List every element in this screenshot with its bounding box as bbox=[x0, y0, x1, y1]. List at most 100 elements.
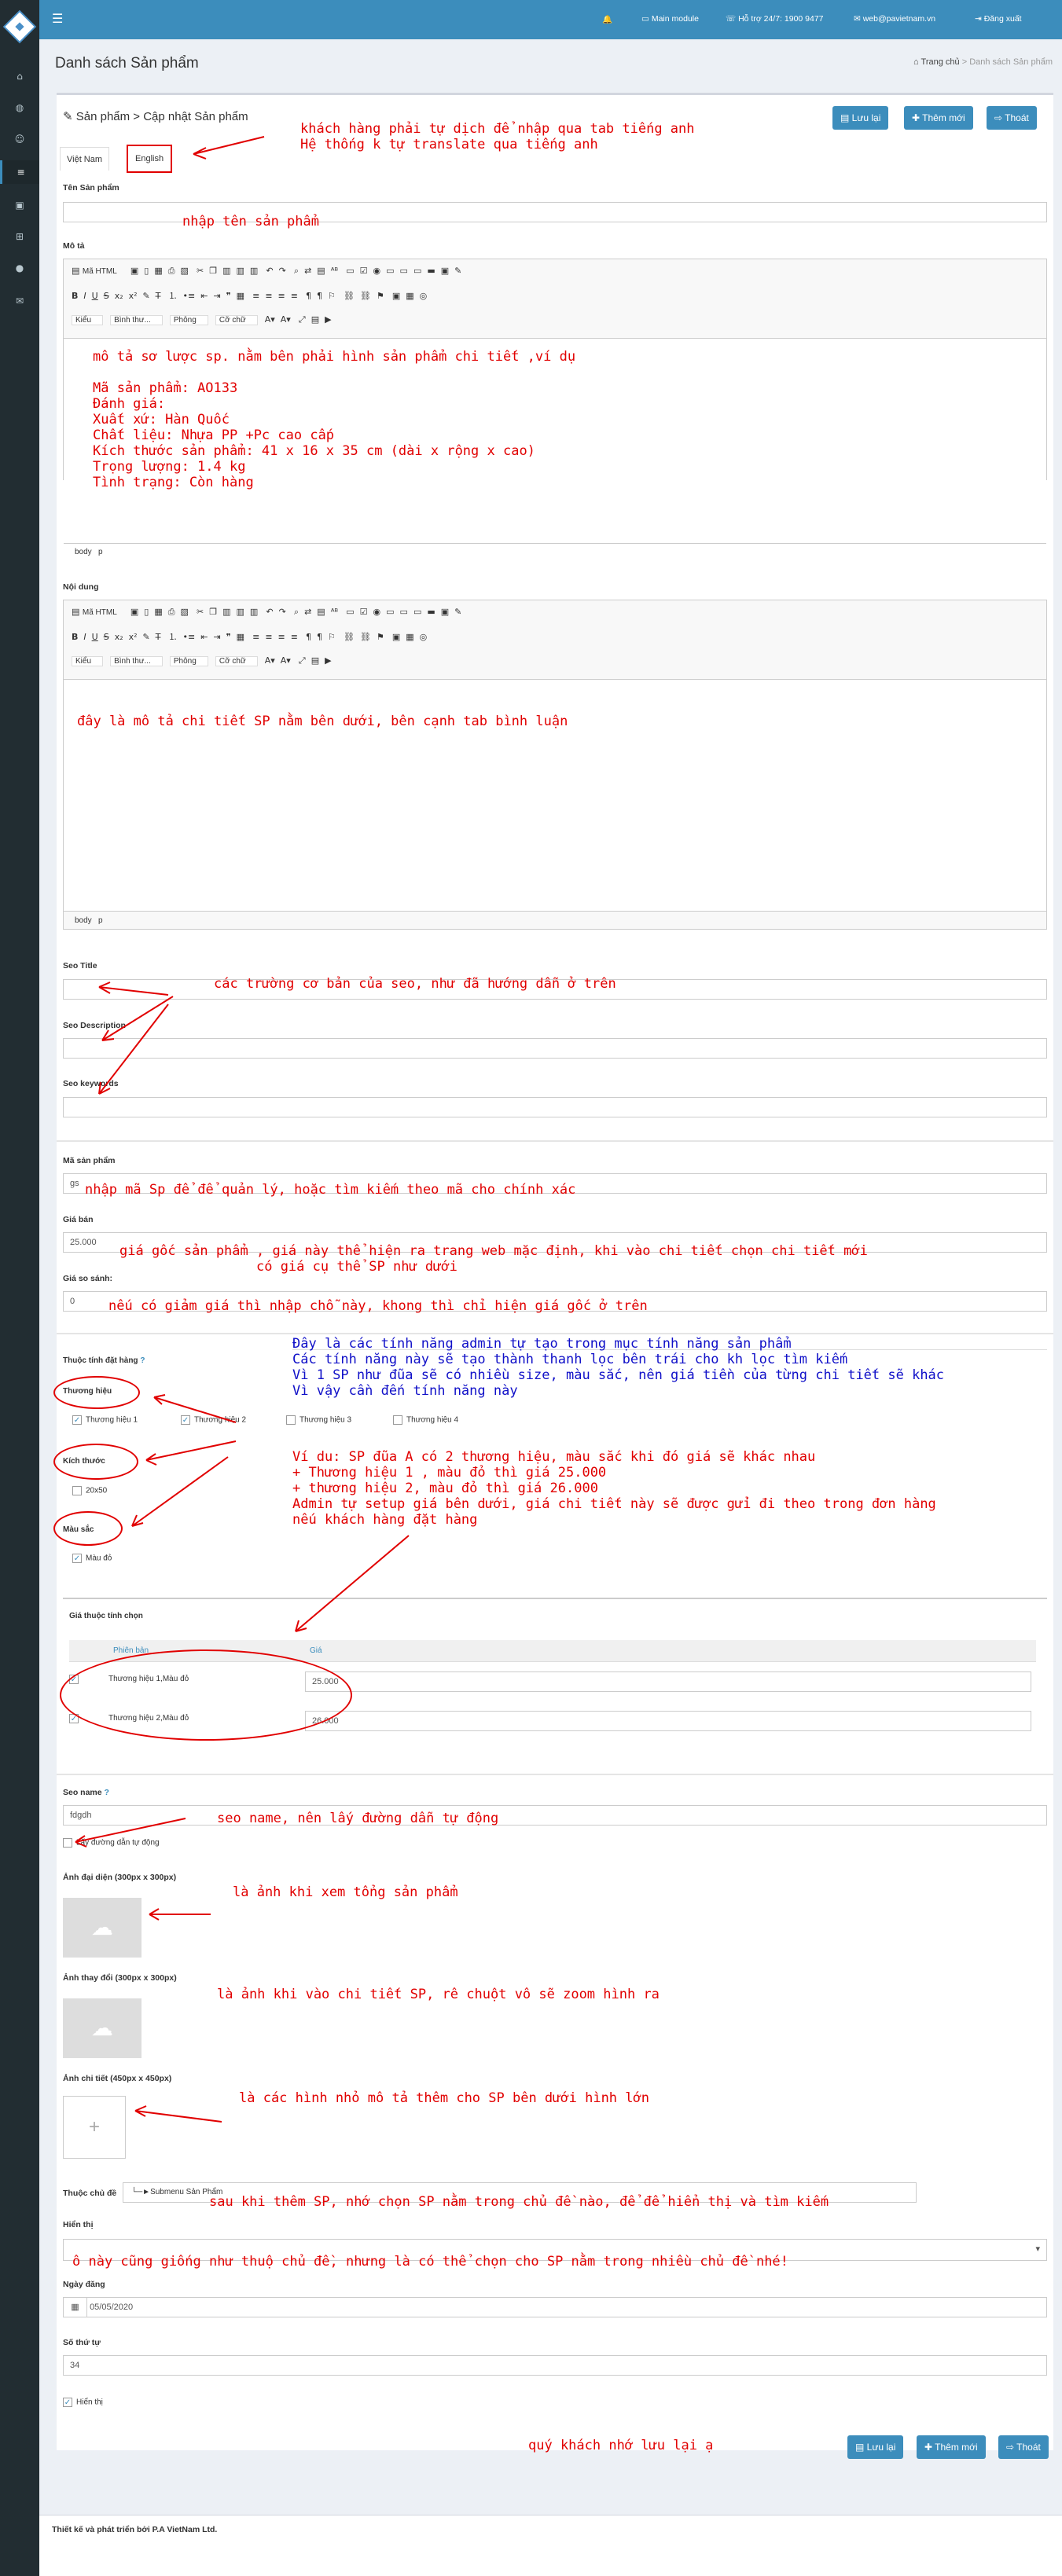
format-painter-icon[interactable]: ✎ bbox=[143, 291, 150, 301]
subscript-icon[interactable]: x₂ bbox=[115, 291, 123, 301]
blockquote-icon[interactable]: ❞ bbox=[226, 632, 231, 642]
text-color-icon[interactable]: A▾ bbox=[265, 314, 275, 325]
seo-name-input[interactable]: fdgdh bbox=[63, 1805, 1047, 1826]
hidden-field-icon[interactable]: ✎ bbox=[454, 607, 461, 617]
undo-icon[interactable]: ↶ bbox=[266, 266, 273, 276]
link-icon[interactable]: ⛓ bbox=[344, 632, 355, 642]
select-all-icon[interactable]: ▤ bbox=[317, 607, 325, 617]
save-doc-icon[interactable]: ▣ bbox=[130, 266, 138, 276]
sidebar-user-icon[interactable]: ☺ bbox=[0, 127, 39, 151]
div-icon[interactable]: ▦ bbox=[237, 632, 244, 642]
bold-icon[interactable]: B bbox=[72, 291, 78, 301]
new-doc-icon[interactable]: ▯ bbox=[144, 266, 149, 276]
menu-icon[interactable]: ☰ bbox=[52, 11, 63, 26]
div-icon[interactable]: ▦ bbox=[237, 291, 244, 301]
radio-icon[interactable]: ◉ bbox=[373, 607, 381, 617]
italic-icon[interactable]: I bbox=[83, 291, 86, 301]
bell-icon[interactable]: 🔔 bbox=[602, 14, 612, 24]
youtube-icon[interactable]: ▶ bbox=[325, 314, 331, 325]
detail-image-add[interactable]: + bbox=[63, 2096, 126, 2159]
brand-checkbox-2[interactable]: ✓ Thương hiệu 2 bbox=[181, 1415, 246, 1425]
underline-icon[interactable]: U bbox=[92, 291, 98, 301]
save-button-bottom[interactable]: ▤ Lưu lại bbox=[847, 2435, 904, 2459]
textarea-icon[interactable]: ▭ bbox=[400, 607, 408, 617]
paste-icon[interactable]: ▥ bbox=[222, 607, 230, 617]
table-icon[interactable]: ▦ bbox=[406, 291, 413, 301]
image-button-icon[interactable]: ▣ bbox=[441, 607, 449, 617]
sidebar-mail-icon[interactable]: ✉ bbox=[0, 289, 39, 313]
font-select[interactable]: Phông bbox=[169, 315, 208, 325]
size-select-2[interactable]: Cỡ chữ bbox=[215, 656, 258, 666]
cut-icon[interactable]: ✂ bbox=[197, 266, 204, 276]
anchor-icon[interactable]: ⚑ bbox=[377, 291, 384, 301]
bullet-list-icon[interactable]: •≡ bbox=[183, 632, 196, 642]
bg-color-icon[interactable]: A▾ bbox=[281, 655, 291, 666]
template-icon[interactable]: ▧ bbox=[181, 266, 189, 276]
outdent-icon[interactable]: ⇤ bbox=[200, 632, 208, 642]
remove-format-icon[interactable]: T̶ bbox=[156, 632, 161, 642]
paste-word-icon[interactable]: ▥ bbox=[250, 607, 258, 617]
spellcheck-icon[interactable]: ᴬᴮ bbox=[331, 607, 339, 617]
select-all-icon[interactable]: ▤ bbox=[317, 266, 325, 276]
breadcrumb-home[interactable]: Trang chủ bbox=[921, 57, 960, 67]
text-color-icon[interactable]: A▾ bbox=[265, 655, 275, 666]
exit-button-top[interactable]: ⇨ Thoát bbox=[987, 106, 1037, 130]
checkbox-icon[interactable]: ☑ bbox=[360, 266, 368, 276]
sidebar-list-icon[interactable]: ≡ bbox=[0, 160, 39, 184]
font-select-2[interactable]: Phông bbox=[169, 656, 208, 666]
exit-button-bottom[interactable]: ⇨ Thoát bbox=[998, 2435, 1049, 2459]
select-field-icon[interactable]: ▭ bbox=[413, 266, 421, 276]
spellcheck-icon[interactable]: ᴬᴮ bbox=[331, 266, 339, 276]
paste-icon[interactable]: ▥ bbox=[222, 266, 230, 276]
hotline-link[interactable]: ☏ Hỗ trợ 24/7: 1900 9477 bbox=[726, 14, 824, 24]
copy-icon[interactable]: ❐ bbox=[209, 607, 217, 617]
italic-icon[interactable]: I bbox=[83, 632, 86, 642]
strike-icon[interactable]: S bbox=[104, 291, 109, 301]
blockquote-icon[interactable]: ❞ bbox=[226, 291, 231, 301]
align-left-icon[interactable]: ≡ bbox=[252, 632, 259, 642]
indent-icon[interactable]: ⇥ bbox=[213, 291, 220, 301]
rtl-icon[interactable]: ¶ bbox=[317, 291, 322, 301]
sidebar-cart-icon[interactable]: ⊞ bbox=[0, 225, 39, 248]
superscript-icon[interactable]: x² bbox=[129, 632, 138, 642]
bg-color-icon[interactable]: A▾ bbox=[281, 314, 291, 325]
youtube-icon[interactable]: ▶ bbox=[325, 655, 331, 666]
print-icon[interactable]: ⎙ bbox=[168, 266, 175, 277]
align-left-icon[interactable]: ≡ bbox=[252, 291, 259, 301]
justify-icon[interactable]: ≡ bbox=[291, 632, 298, 642]
order-input[interactable]: 34 bbox=[63, 2355, 1047, 2376]
find-icon[interactable]: ⌕ bbox=[294, 266, 299, 277]
hidden-field-icon[interactable]: ✎ bbox=[454, 266, 461, 276]
style-select[interactable]: Kiểu bbox=[72, 315, 104, 325]
logout-link[interactable]: ⇥ Đăng xuất bbox=[975, 14, 1022, 24]
strike-icon[interactable]: S bbox=[104, 632, 109, 642]
replace-icon[interactable]: ⇄ bbox=[304, 266, 311, 276]
form-icon[interactable]: ▭ bbox=[346, 607, 354, 617]
button-field-icon[interactable]: ▬ bbox=[427, 266, 435, 276]
size-select[interactable]: Cỡ chữ bbox=[215, 315, 258, 325]
align-center-icon[interactable]: ≡ bbox=[265, 632, 272, 642]
form-icon[interactable]: ▭ bbox=[346, 266, 354, 276]
image-icon[interactable]: ▣ bbox=[392, 291, 400, 301]
superscript-icon[interactable]: x² bbox=[129, 291, 138, 301]
add-button-top[interactable]: ✚ Thêm mới bbox=[904, 106, 973, 130]
cut-icon[interactable]: ✂ bbox=[197, 607, 204, 617]
numbered-list-icon[interactable]: ⒈ bbox=[169, 630, 178, 643]
underline-icon[interactable]: U bbox=[92, 632, 98, 642]
radio-icon[interactable]: ◉ bbox=[373, 266, 381, 276]
align-center-icon[interactable]: ≡ bbox=[265, 291, 272, 301]
html-source-button-2[interactable]: ▤ Mã HTML bbox=[72, 607, 123, 617]
seo-keywords-input[interactable] bbox=[63, 1097, 1047, 1117]
sidebar-home-icon[interactable]: ⌂ bbox=[0, 64, 39, 88]
show-blocks-icon[interactable]: ▤ bbox=[311, 314, 319, 325]
row-price-input[interactable]: 26.000 bbox=[305, 1711, 1031, 1731]
bold-icon[interactable]: B bbox=[72, 632, 78, 642]
seo-description-input[interactable] bbox=[63, 1038, 1047, 1059]
save-doc-icon[interactable]: ▣ bbox=[130, 607, 138, 617]
numbered-list-icon[interactable]: ⒈ bbox=[169, 289, 178, 302]
preview-icon[interactable]: ▦ bbox=[154, 607, 162, 617]
replace-icon[interactable]: ⇄ bbox=[304, 607, 311, 617]
preview-icon[interactable]: ▦ bbox=[154, 266, 162, 276]
email-link[interactable]: ✉ web@pavietnam.vn bbox=[854, 14, 935, 24]
ltr-icon[interactable]: ¶ bbox=[306, 291, 311, 301]
